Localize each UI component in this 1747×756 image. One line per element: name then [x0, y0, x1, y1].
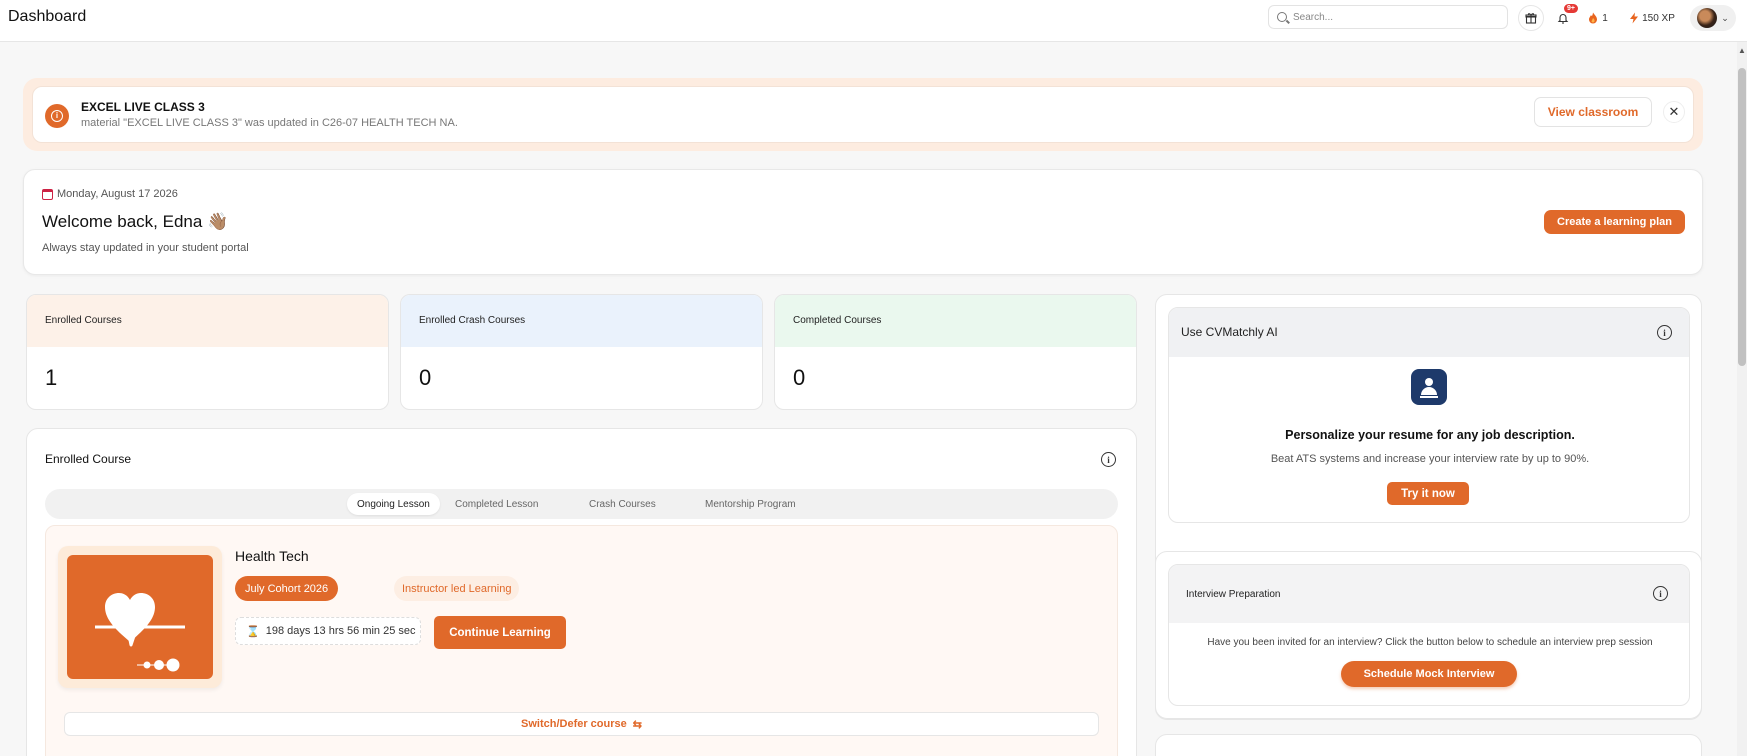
enrolled-course-panel: Enrolled Course i Ongoing Lesson Complet… [26, 428, 1137, 756]
scrollbar-thumb[interactable] [1738, 68, 1746, 366]
cvmatchly-headline: Personalize your resume for any job desc… [1285, 428, 1575, 442]
xp-value: 150 XP [1642, 12, 1675, 24]
streak-indicator[interactable]: 1 [1580, 5, 1616, 31]
welcome-subtitle: Always stay updated in your student port… [42, 242, 249, 254]
cvmatchly-logo [1411, 369, 1447, 405]
interview-panel: Interview Preparation i Have you been in… [1155, 551, 1702, 719]
info-icon[interactable]: i [1653, 586, 1668, 601]
scroll-up-arrow[interactable]: ▲ [1737, 46, 1747, 55]
stat-card-enrolled-courses: Enrolled Courses 1 [26, 294, 389, 410]
date-row: Monday, August 17 2026 [42, 188, 178, 200]
search-box[interactable] [1268, 5, 1508, 29]
info-icon: i [45, 104, 69, 128]
close-icon[interactable]: ✕ [1663, 101, 1685, 123]
swap-icon: ⇆ [632, 718, 642, 731]
bolt-icon [1630, 12, 1639, 24]
cvmatchly-subtext: Beat ATS systems and increase your inter… [1270, 453, 1590, 465]
try-it-now-button[interactable]: Try it now [1387, 482, 1469, 505]
stat-label: Enrolled Courses [27, 295, 388, 347]
cvmatchly-card: Use CVMatchly AI i Personalize your resu… [1168, 307, 1690, 523]
continue-learning-button[interactable]: Continue Learning [434, 616, 566, 649]
stat-label: Completed Courses [775, 295, 1136, 347]
interview-preparation-card: Interview Preparation i Have you been in… [1168, 564, 1690, 706]
cvmatchly-title: Use CVMatchly AI [1169, 308, 1689, 357]
course-tabs: Ongoing Lesson Completed Lesson Crash Co… [45, 489, 1118, 519]
notifications-button[interactable]: 9+ [1550, 4, 1578, 31]
create-learning-plan-button[interactable]: Create a learning plan [1544, 210, 1685, 234]
stat-label: Enrolled Crash Courses [401, 295, 762, 347]
notification-badge: 9+ [1564, 4, 1578, 13]
page-title: Dashboard [8, 8, 87, 25]
stat-value: 1 [45, 365, 58, 390]
course-thumbnail[interactable] [58, 546, 222, 688]
stat-value: 0 [793, 365, 806, 390]
gift-icon [1525, 13, 1537, 24]
streak-count: 1 [1602, 12, 1608, 24]
xp-indicator[interactable]: 150 XP [1620, 5, 1684, 31]
interview-preparation-text: Have you been invited for an interview? … [1207, 637, 1653, 648]
course-card: Health Tech July Cohort 2026 Instructor … [45, 525, 1118, 756]
notification-message: material "EXCEL LIVE CLASS 3" was update… [81, 117, 458, 129]
view-classroom-button[interactable]: View classroom [1534, 97, 1652, 127]
tab-ongoing-lesson[interactable]: Ongoing Lesson [347, 493, 440, 515]
learning-mode-badge: Instructor led Learning [394, 576, 520, 601]
switch-defer-label: Switch/Defer course [521, 718, 627, 730]
search-input[interactable] [1293, 9, 1493, 25]
course-name: Health Tech [235, 548, 309, 564]
stat-value: 0 [419, 365, 432, 390]
profile-menu[interactable]: ⌄ [1690, 5, 1736, 31]
tab-completed-lesson[interactable]: Completed Lesson [445, 493, 548, 515]
top-bar: Dashboard 9+ 1 150 XP ⌄ [0, 0, 1747, 42]
tab-crash-courses[interactable]: Crash Courses [579, 493, 666, 515]
gift-button[interactable] [1518, 5, 1544, 31]
cohort-badge: July Cohort 2026 [235, 576, 339, 601]
info-icon[interactable]: i [1101, 452, 1116, 467]
welcome-greeting: Welcome back, Edna 👋🏽 [42, 212, 229, 231]
info-icon[interactable]: i [1657, 325, 1672, 340]
countdown-value: 198 days 13 hrs 56 min 25 sec [265, 625, 416, 637]
heartbeat-icon [95, 593, 185, 672]
fire-icon [1589, 12, 1598, 24]
interview-preparation-title: Interview Preparation [1169, 565, 1689, 623]
notification-card: i EXCEL LIVE CLASS 3 material "EXCEL LIV… [32, 86, 1694, 143]
schedule-mock-interview-button[interactable]: Schedule Mock Interview [1341, 661, 1517, 687]
enrolled-course-title: Enrolled Course [45, 452, 132, 466]
search-icon [1277, 12, 1287, 22]
countdown-timer: ⌛ 198 days 13 hrs 56 min 25 sec [235, 617, 421, 645]
switch-defer-course-button[interactable]: Switch/Defer course ⇆ [64, 712, 1099, 736]
tab-mentorship-program[interactable]: Mentorship Program [695, 493, 806, 515]
calendar-icon [42, 188, 53, 200]
avatar [1697, 8, 1718, 28]
stat-card-completed-courses: Completed Courses 0 [774, 294, 1137, 410]
chevron-down-icon: ⌄ [1721, 12, 1729, 23]
notification-title: EXCEL LIVE CLASS 3 [81, 100, 205, 114]
next-panel [1155, 734, 1702, 756]
welcome-card: Monday, August 17 2026 Welcome back, Edn… [23, 169, 1703, 275]
notification-banner: i EXCEL LIVE CLASS 3 material "EXCEL LIV… [23, 78, 1703, 151]
current-date: Monday, August 17 2026 [57, 188, 178, 200]
hourglass-icon: ⌛ [246, 625, 260, 638]
stat-card-enrolled-crash-courses: Enrolled Crash Courses 0 [400, 294, 763, 410]
bell-icon [1557, 14, 1569, 24]
